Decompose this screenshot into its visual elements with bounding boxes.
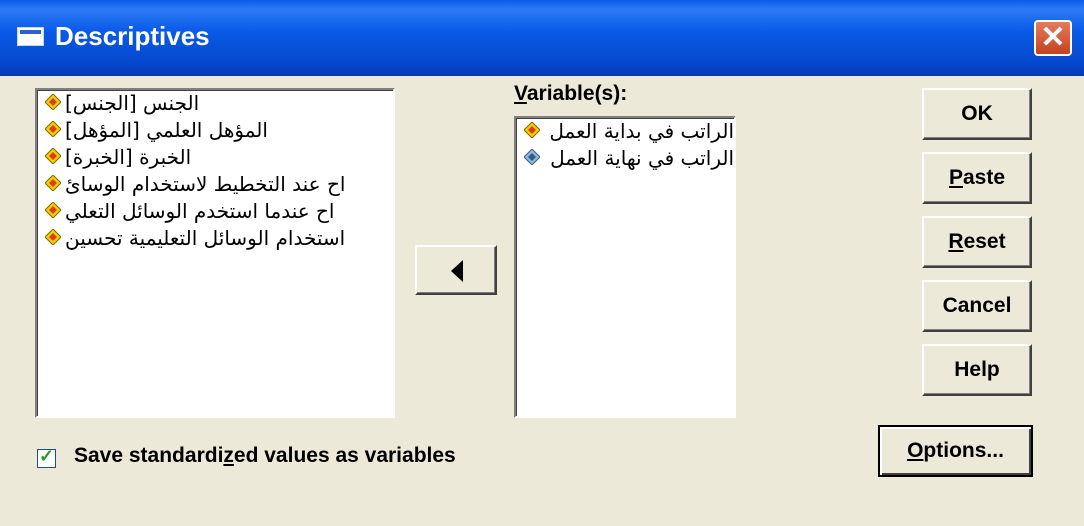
variable-label: الراتب في نهاية العمل [ر_بدائي] xyxy=(544,146,734,170)
variable-label: المؤهل العلمي [المؤهل] xyxy=(65,118,268,142)
checkmark-icon: ✓ xyxy=(39,446,55,466)
paste-mnemonic: P xyxy=(948,166,963,189)
list-item[interactable]: الجنس [الجنس] xyxy=(37,90,393,117)
label-mnemonic: z xyxy=(223,444,234,467)
variable-label: الجنس [الجنس] xyxy=(65,91,200,115)
selected-variables-list[interactable]: الراتب في بداية العمل [ر_حالي] الراتب في… xyxy=(514,116,736,418)
nominal-variable-icon xyxy=(45,94,61,110)
paste-button[interactable]: Paste xyxy=(922,152,1032,204)
move-variable-button[interactable] xyxy=(415,245,497,295)
list-item[interactable]: اح عندما استخدم الوسائل التعلي xyxy=(37,198,393,225)
ok-button[interactable]: OK xyxy=(922,88,1032,140)
reset-rest: eset xyxy=(963,230,1006,253)
variable-label: الخبرة [الخبرة] xyxy=(65,145,192,169)
nominal-variable-icon xyxy=(45,175,61,191)
nominal-variable-icon xyxy=(45,148,61,164)
scale-variable-icon xyxy=(524,149,540,165)
paste-rest: aste xyxy=(962,166,1006,189)
list-item[interactable]: الخبرة [الخبرة] xyxy=(37,144,393,171)
nominal-variable-icon xyxy=(524,122,540,138)
window-title: Descriptives xyxy=(55,21,210,51)
help-button[interactable]: Help xyxy=(922,344,1032,396)
list-item[interactable]: استخدام الوسائل التعليمية تحسين xyxy=(37,225,393,252)
cancel-button[interactable]: Cancel xyxy=(922,280,1032,332)
variable-label: اح عندما استخدم الوسائل التعلي xyxy=(65,199,335,223)
title-bar[interactable]: Descriptives ✕ xyxy=(0,0,1084,76)
nominal-variable-icon xyxy=(45,202,61,218)
save-standardized-label[interactable]: Save standardized values as variables xyxy=(74,444,456,468)
reset-mnemonic: R xyxy=(948,230,964,253)
source-variable-list[interactable]: الجنس [الجنس] المؤهل العلمي [المؤهل] الخ… xyxy=(35,88,395,418)
window-icon xyxy=(17,27,44,46)
options-rest: ptions... xyxy=(923,439,1004,462)
list-item[interactable]: الراتب في نهاية العمل [ر_بدائي] xyxy=(516,145,734,172)
list-item[interactable]: المؤهل العلمي [المؤهل] xyxy=(37,117,393,144)
options-button[interactable]: Options... xyxy=(878,425,1033,477)
variable-label: اح عند التخطيط لاستخدام الوسائ xyxy=(65,172,346,196)
options-mnemonic: O xyxy=(907,439,924,462)
nominal-variable-icon xyxy=(45,121,61,137)
variable-label: الراتب في بداية العمل [ر_حالي] xyxy=(544,119,734,143)
variables-label-rest: ariable(s): xyxy=(526,82,628,105)
variable-label: استخدام الوسائل التعليمية تحسين xyxy=(65,226,346,250)
variables-label-mnemonic: V xyxy=(514,82,527,105)
save-standardized-checkbox[interactable]: ✓ xyxy=(37,446,56,468)
list-item[interactable]: الراتب في بداية العمل [ر_حالي] xyxy=(516,118,734,145)
left-arrow-icon xyxy=(451,260,463,282)
close-button[interactable]: ✕ xyxy=(1034,20,1072,56)
nominal-variable-icon xyxy=(45,229,61,245)
variables-label: Variable(s): xyxy=(514,82,627,106)
list-item[interactable]: اح عند التخطيط لاستخدام الوسائ xyxy=(37,171,393,198)
reset-button[interactable]: Reset xyxy=(922,216,1032,268)
